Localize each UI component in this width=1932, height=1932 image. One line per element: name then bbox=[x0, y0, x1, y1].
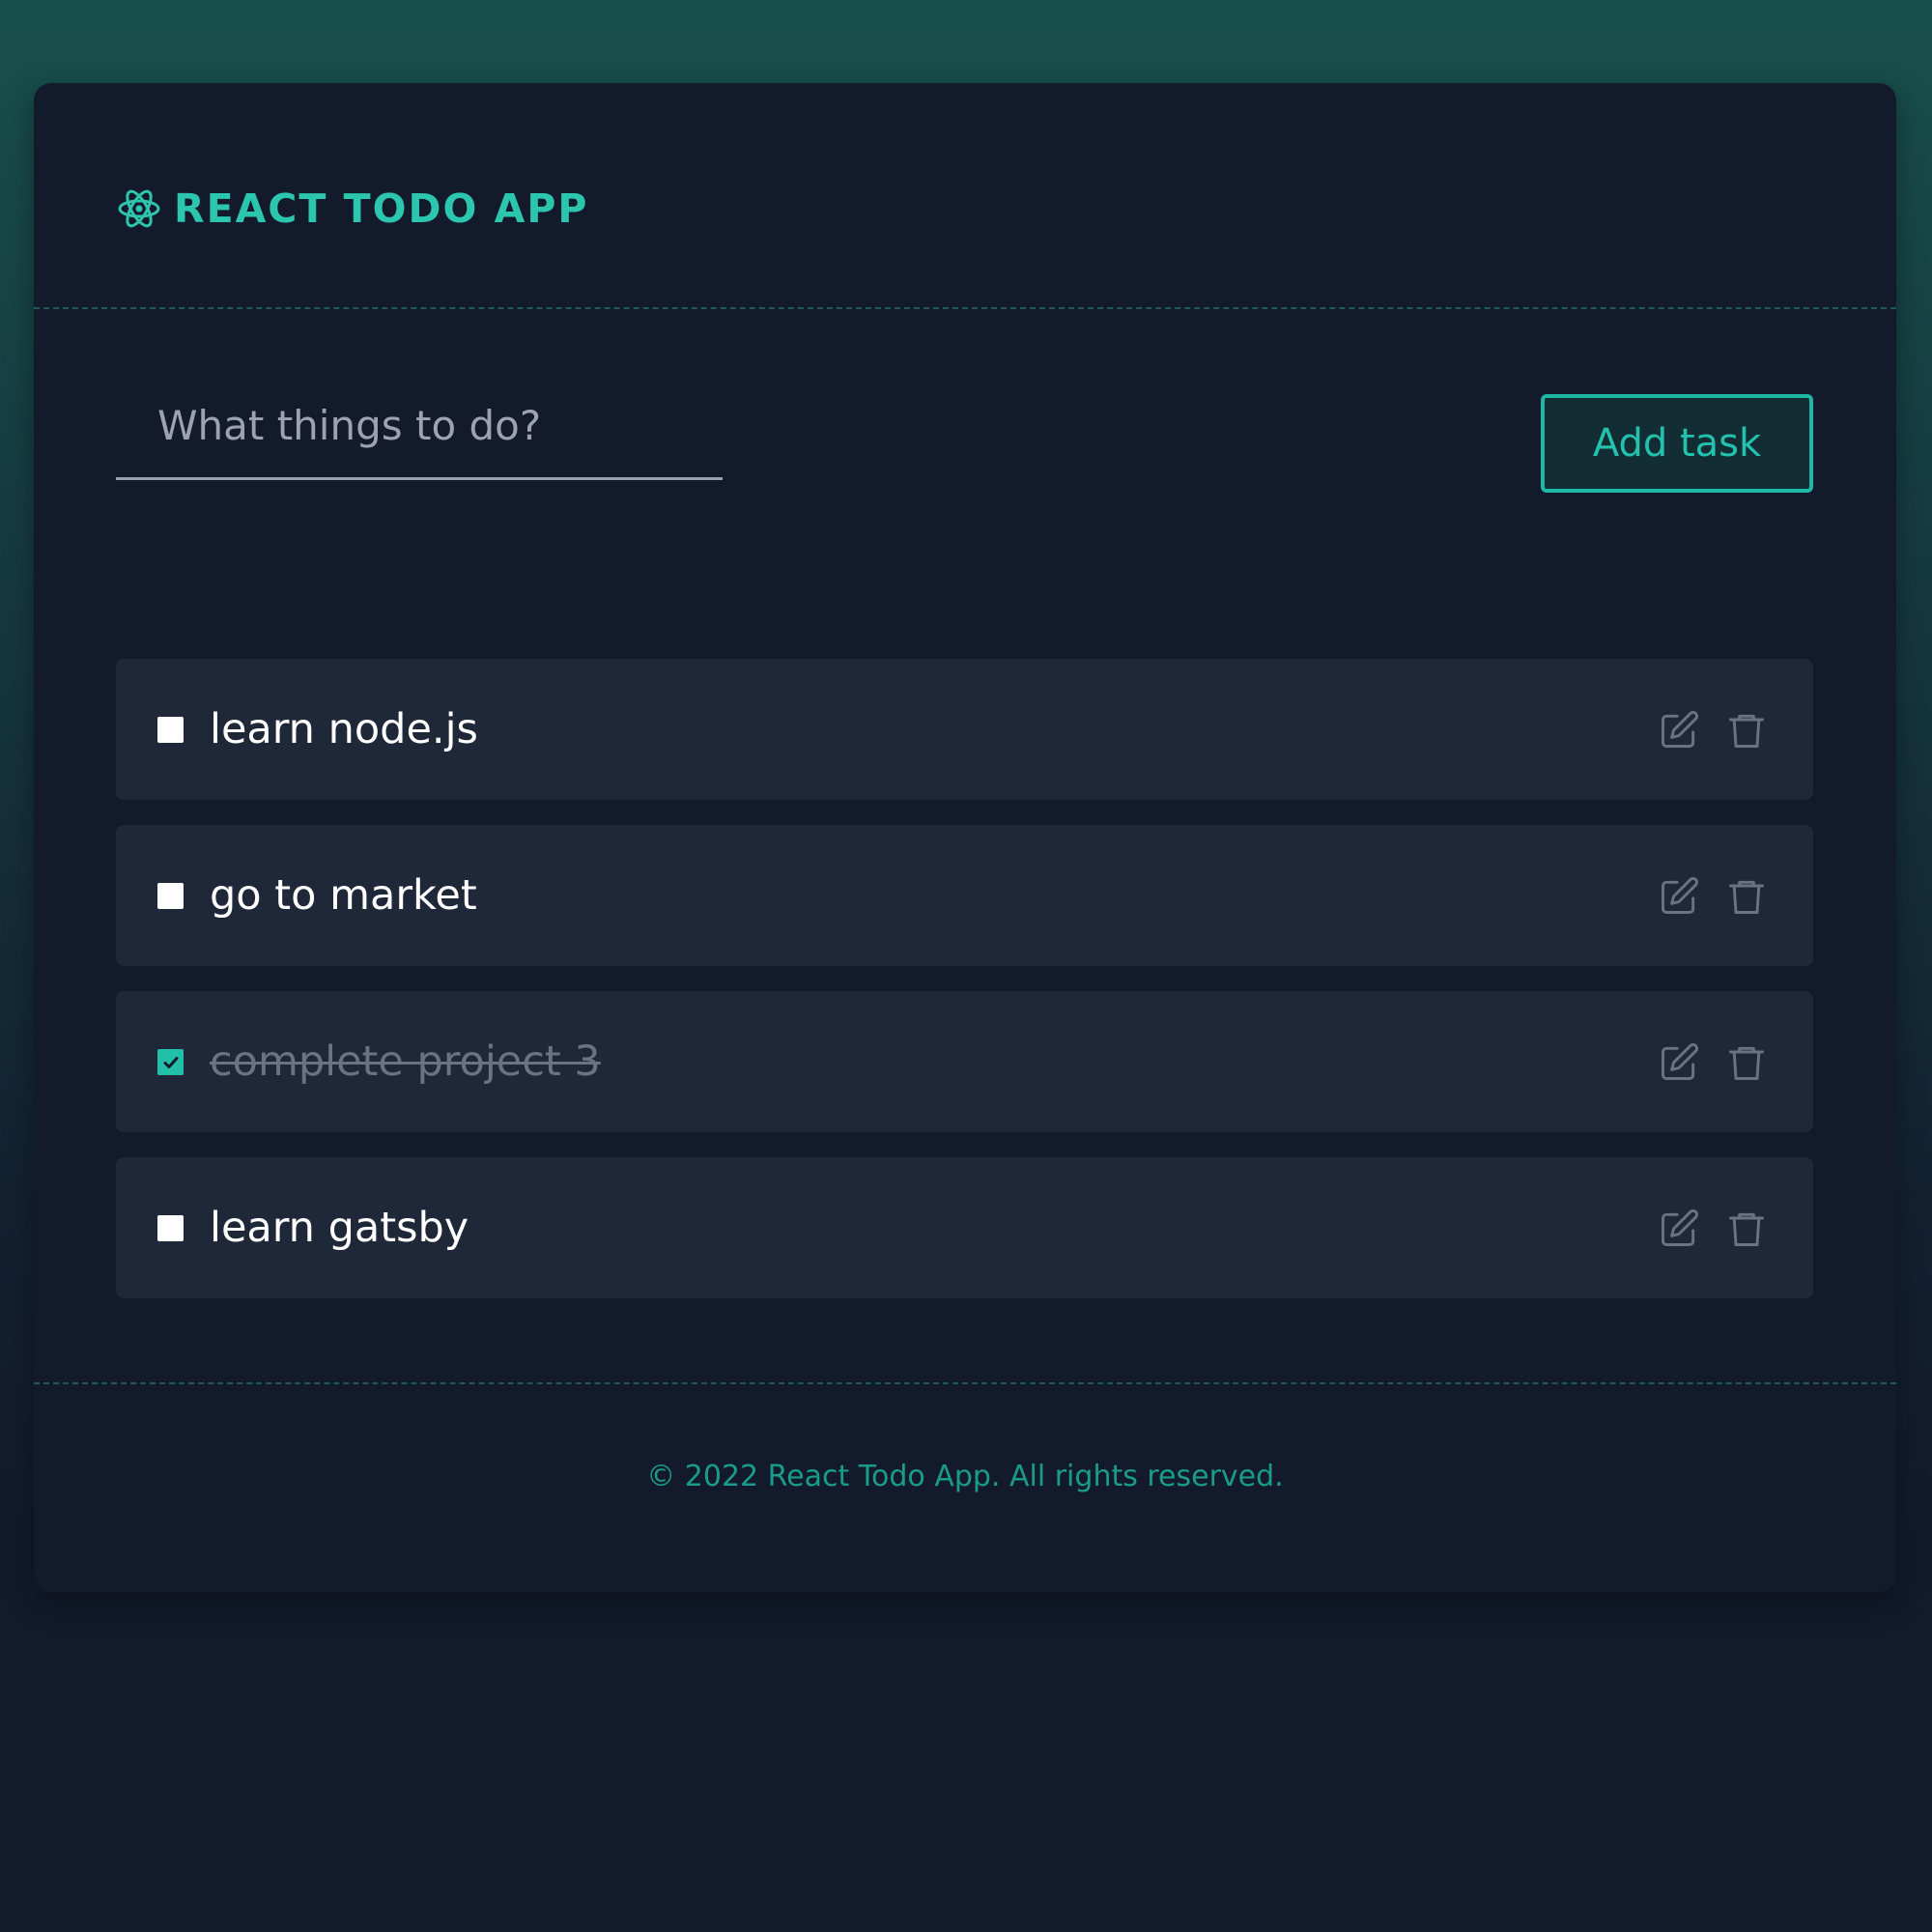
footer-copyright: © 2022 React Todo App. All rights reserv… bbox=[646, 1460, 1284, 1493]
app-header: REACT TODO APP bbox=[116, 170, 588, 247]
trash-icon[interactable] bbox=[1725, 709, 1768, 752]
react-atom-icon bbox=[116, 185, 162, 232]
app-title: REACT TODO APP bbox=[174, 185, 589, 232]
todo-item: learn gatsby bbox=[116, 1157, 1813, 1298]
trash-icon[interactable] bbox=[1725, 1208, 1768, 1250]
trash-icon[interactable] bbox=[1725, 875, 1768, 918]
todo-text: learn node.js bbox=[210, 705, 478, 753]
todo-checkbox[interactable] bbox=[157, 1049, 184, 1075]
edit-icon[interactable] bbox=[1658, 875, 1700, 918]
header-divider bbox=[34, 307, 1896, 309]
task-input[interactable] bbox=[116, 373, 723, 477]
footer-divider bbox=[34, 1382, 1896, 1384]
trash-icon[interactable] bbox=[1725, 1041, 1768, 1084]
todo-list: learn node.js go to market complete proj… bbox=[116, 659, 1813, 1323]
todo-checkbox[interactable] bbox=[157, 1215, 184, 1241]
edit-icon[interactable] bbox=[1658, 1208, 1700, 1250]
todo-item: go to market bbox=[116, 825, 1813, 966]
todo-text: learn gatsby bbox=[210, 1204, 469, 1252]
todo-item: complete project 3 bbox=[116, 991, 1813, 1132]
todo-card: REACT TODO APP Add task learn node.js go… bbox=[34, 83, 1896, 1592]
edit-icon[interactable] bbox=[1658, 1041, 1700, 1084]
todo-text: complete project 3 bbox=[210, 1037, 601, 1086]
todo-item: learn node.js bbox=[116, 659, 1813, 800]
task-input-wrapper bbox=[116, 373, 723, 480]
checkmark-icon bbox=[163, 1056, 178, 1068]
add-task-button[interactable]: Add task bbox=[1541, 394, 1813, 493]
todo-checkbox[interactable] bbox=[157, 883, 184, 909]
todo-text: go to market bbox=[210, 871, 477, 920]
edit-icon[interactable] bbox=[1658, 709, 1700, 752]
todo-checkbox[interactable] bbox=[157, 717, 184, 743]
